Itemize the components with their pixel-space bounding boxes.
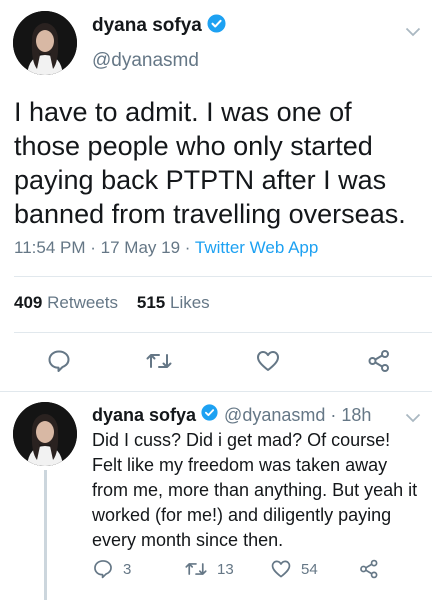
verified-badge-icon (201, 404, 218, 426)
reply-author-row: dyana sofya @dyanasmd · 18h (92, 404, 371, 426)
avatar[interactable] (13, 11, 77, 75)
meta-separator: · (184, 238, 191, 257)
reply-actions: 3 13 54 (92, 558, 432, 586)
retweet-count: 13 (217, 560, 234, 578)
divider (14, 276, 432, 277)
tweet-actions (0, 342, 432, 382)
retweet-icon[interactable] (144, 346, 174, 376)
share-icon[interactable] (364, 346, 394, 376)
reply-icon[interactable] (44, 346, 74, 376)
retweet-icon (184, 558, 208, 580)
chevron-down-icon[interactable] (405, 410, 421, 428)
retweet-button[interactable]: 13 (184, 558, 234, 580)
main-tweet: dyana sofya @dyanasmd I have to admit. I… (0, 0, 432, 392)
author-name-row: dyana sofya (92, 14, 226, 38)
like-count: 54 (301, 560, 318, 578)
tweet-source-link[interactable]: Twitter Web App (195, 238, 318, 257)
verified-badge-icon (207, 14, 226, 38)
like-icon (270, 558, 292, 580)
tweet-stats: 409 Retweets 515 Likes (14, 293, 210, 313)
share-button[interactable] (358, 558, 380, 580)
divider (0, 391, 432, 392)
tweet-time: 11:54 PM (14, 238, 86, 257)
thread-line (44, 470, 47, 600)
reply-button[interactable]: 3 (92, 558, 131, 580)
likes-stat[interactable]: 515 Likes (137, 293, 210, 312)
chevron-down-icon[interactable] (405, 24, 421, 42)
like-button[interactable]: 54 (270, 558, 318, 580)
share-icon (358, 558, 380, 580)
tweet-meta: 11:54 PM · 17 May 19 · Twitter Web App (14, 238, 318, 258)
tweet-text: I have to admit. I was one of those peop… (14, 97, 406, 229)
author-handle[interactable]: @dyanasmd (92, 50, 199, 72)
reply-icon (92, 558, 114, 580)
likes-count: 515 (136, 293, 166, 312)
retweets-stat[interactable]: 409 Retweets (14, 293, 118, 312)
divider (14, 332, 432, 333)
reply-count: 3 (123, 560, 132, 578)
retweets-label: Retweets (47, 293, 118, 312)
meta-separator: · (90, 238, 96, 257)
avatar[interactable] (13, 402, 77, 466)
author-handle[interactable]: @dyanasmd · 18h (224, 405, 371, 426)
author-name[interactable]: dyana sofya (92, 405, 196, 426)
tweet-date: 17 May 19 (100, 238, 181, 257)
likes-label: Likes (170, 293, 210, 312)
retweets-count: 409 (14, 293, 43, 312)
reply-tweet-text: Did I cuss? Did i get mad? Of course! Fe… (92, 430, 418, 550)
like-icon[interactable] (253, 346, 283, 376)
author-name[interactable]: dyana sofya (92, 15, 202, 37)
